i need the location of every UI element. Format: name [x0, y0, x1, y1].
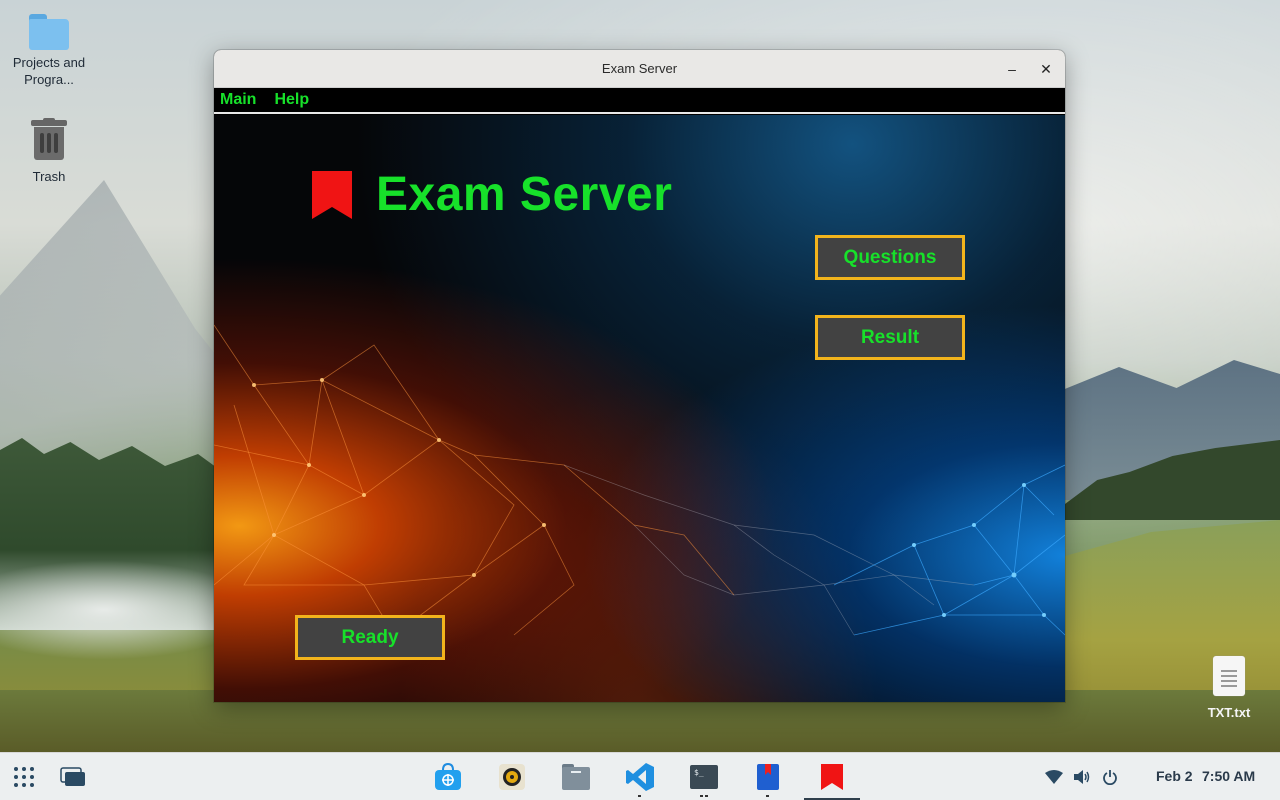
- taskbar-clock[interactable]: 7:50 AM: [1202, 768, 1255, 784]
- terminal-icon[interactable]: $_: [689, 763, 719, 797]
- desktop-icon-label: Trash: [32, 169, 66, 184]
- trash-icon: [31, 118, 67, 162]
- window-title: Exam Server: [601, 61, 678, 76]
- window-switcher-icon[interactable]: [58, 763, 88, 791]
- exam-server-icon[interactable]: [817, 763, 847, 791]
- ready-button[interactable]: Ready: [295, 615, 445, 660]
- questions-button[interactable]: Questions: [815, 235, 965, 280]
- window-titlebar[interactable]: Exam Server – ✕: [214, 50, 1065, 88]
- desktop-icon-label: Projects and Progra...: [12, 55, 86, 87]
- power-icon[interactable]: [1096, 763, 1124, 791]
- desktop-icon-label: TXT.txt: [1207, 705, 1251, 720]
- taskbar: $_ Feb 2 7:50 AM: [0, 752, 1280, 800]
- volume-icon[interactable]: [1068, 763, 1096, 791]
- minimize-button[interactable]: –: [1001, 58, 1023, 80]
- menu-main[interactable]: Main: [220, 91, 256, 109]
- music-player-icon[interactable]: [497, 763, 527, 791]
- software-store-icon[interactable]: [433, 763, 463, 791]
- folder-icon: [29, 14, 69, 50]
- desktop-folder-projects[interactable]: Projects and Progra...: [1, 14, 97, 88]
- bookmark-logo-icon: [312, 171, 352, 219]
- main-panel: Exam Server Questions Result Ready: [214, 115, 1065, 702]
- svg-text:$_: $_: [694, 768, 704, 777]
- close-button[interactable]: ✕: [1035, 58, 1057, 80]
- app-title: Exam Server: [376, 168, 673, 221]
- desktop-trash[interactable]: Trash: [1, 118, 97, 185]
- menu-help[interactable]: Help: [274, 91, 309, 109]
- desktop-file-txt[interactable]: TXT.txt: [1181, 656, 1277, 721]
- taskbar-date[interactable]: Feb 2: [1156, 768, 1193, 784]
- bookmark-app-icon[interactable]: [753, 763, 783, 797]
- vscode-icon[interactable]: [625, 763, 655, 797]
- result-button[interactable]: Result: [815, 315, 965, 360]
- app-grid-icon[interactable]: [9, 763, 39, 791]
- text-file-icon: [1213, 656, 1245, 696]
- menu-bar: Main Help: [214, 88, 1065, 114]
- file-manager-icon[interactable]: [561, 763, 591, 791]
- wifi-icon[interactable]: [1040, 763, 1068, 791]
- exam-server-window: Exam Server – ✕ Main Help Exam Server Qu…: [214, 50, 1065, 702]
